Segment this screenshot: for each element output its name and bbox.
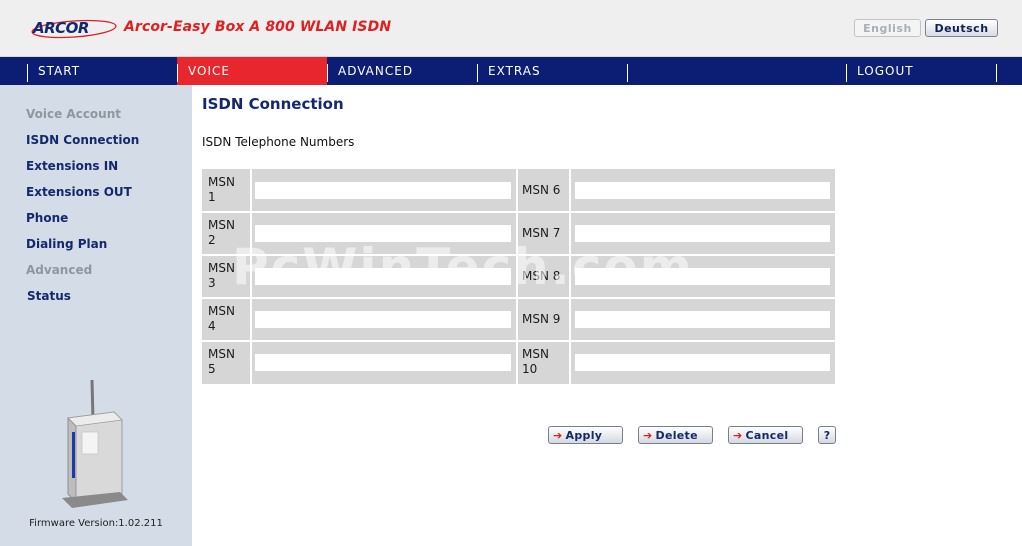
msn-6-input[interactable] <box>575 182 830 199</box>
msn-4-input[interactable] <box>255 311 511 328</box>
sidebar-item-voice-account: Voice Account <box>26 107 121 121</box>
table-divider <box>202 340 835 342</box>
section-subtitle: ISDN Telephone Numbers <box>202 135 355 149</box>
arrow-right-icon: ➔ <box>733 428 743 442</box>
nav-logout[interactable]: LOGOUT <box>857 57 914 85</box>
msn-label: MSN 10 <box>522 347 549 376</box>
msn-5-input[interactable] <box>255 354 511 371</box>
nav-divider <box>27 64 28 82</box>
firmware-version: Firmware Version:1.02.211 <box>29 518 163 529</box>
msn-label: MSN 3 <box>208 261 235 290</box>
msn-9-input[interactable] <box>575 311 830 328</box>
sidebar-item-phone[interactable]: Phone <box>26 211 68 225</box>
page-title: ISDN Connection <box>202 95 344 113</box>
msn-10-input[interactable] <box>575 354 830 371</box>
table-divider <box>202 254 835 256</box>
msn-7-input[interactable] <box>575 225 830 242</box>
page: ARCOR Arcor-Easy Box A 800 WLAN ISDN Eng… <box>0 0 1022 546</box>
delete-button[interactable]: ➔ Delete <box>638 426 713 444</box>
nav-divider <box>627 64 628 82</box>
sidebar-item-extensions-out[interactable]: Extensions OUT <box>26 185 132 199</box>
apply-button[interactable]: ➔ Apply <box>548 426 623 444</box>
arrow-right-icon: ➔ <box>643 428 653 442</box>
sidebar-item-extensions-in[interactable]: Extensions IN <box>26 159 118 173</box>
svg-text:ARCOR: ARCOR <box>32 19 89 37</box>
language-english-button[interactable]: English <box>854 19 921 37</box>
sidebar-item-dialing-plan[interactable]: Dialing Plan <box>26 237 107 251</box>
header: ARCOR Arcor-Easy Box A 800 WLAN ISDN Eng… <box>0 0 1022 57</box>
msn-label: MSN 1 <box>208 175 235 204</box>
table-divider <box>250 169 252 384</box>
msn-3-input[interactable] <box>255 268 511 285</box>
nav-divider <box>846 64 847 82</box>
sidebar-item-advanced: Advanced <box>26 263 93 277</box>
sidebar-item-isdn-connection[interactable]: ISDN Connection <box>26 133 139 147</box>
msn-label: MSN 8 <box>522 269 561 283</box>
table-divider <box>202 211 835 213</box>
msn-label: MSN 7 <box>522 226 561 240</box>
help-button[interactable]: ? <box>818 426 836 444</box>
table-divider <box>202 297 835 299</box>
msn-2-input[interactable] <box>255 225 511 242</box>
msn-1-input[interactable] <box>255 182 511 199</box>
arcor-logo: ARCOR <box>31 19 117 39</box>
msn-label: MSN 2 <box>208 218 235 247</box>
nav-advanced[interactable]: ADVANCED <box>338 57 413 85</box>
table-divider <box>569 169 571 384</box>
cancel-label: Cancel <box>745 428 789 442</box>
language-deutsch-button[interactable]: Deutsch <box>925 19 998 37</box>
nav-divider <box>327 64 328 82</box>
product-title: Arcor-Easy Box A 800 WLAN ISDN <box>124 19 392 35</box>
msn-label: MSN 6 <box>522 183 561 197</box>
msn-label: MSN 5 <box>208 347 235 376</box>
msn-table: MSN 1 MSN 2 MSN 3 MSN 4 MSN 5 MSN 6 MSN 7 MSN… <box>202 169 835 384</box>
apply-label: Apply <box>565 428 603 442</box>
arrow-right-icon: ➔ <box>553 428 563 442</box>
sidebar: Voice Account ISDN Connection Extensions… <box>0 85 192 546</box>
msn-label: MSN 4 <box>208 304 235 333</box>
nav-start[interactable]: START <box>38 57 80 85</box>
msn-8-input[interactable] <box>575 268 830 285</box>
nav-extras[interactable]: EXTRAS <box>488 57 541 85</box>
nav-divider <box>477 64 478 82</box>
sidebar-item-status[interactable]: Status <box>27 289 71 303</box>
table-divider <box>516 169 518 384</box>
nav-divider <box>996 64 997 82</box>
nav-divider <box>177 64 178 82</box>
cancel-button[interactable]: ➔ Cancel <box>728 426 803 444</box>
nav-voice[interactable]: VOICE <box>188 57 230 85</box>
delete-label: Delete <box>655 428 698 442</box>
main-nav: START VOICE ADVANCED EXTRAS LOGOUT <box>0 57 1022 85</box>
msn-label: MSN 9 <box>522 312 561 326</box>
router-device-image <box>62 380 128 508</box>
